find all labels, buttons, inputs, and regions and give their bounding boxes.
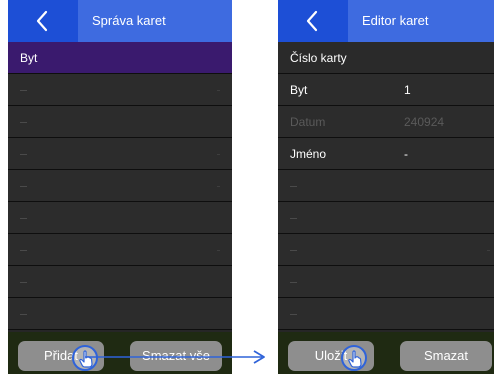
list-item (278, 202, 494, 234)
hand-pointer-icon (79, 350, 93, 368)
arrow-right-icon (253, 350, 265, 364)
card-fields: Číslo karty Byt 1 Datum 240924 Jméno - (278, 42, 494, 330)
card-editor-screen: Editor karet Číslo karty Byt 1 Datum 240… (278, 0, 494, 374)
list-item (278, 234, 494, 266)
chevron-left-icon (306, 10, 318, 32)
card-number-row: Číslo karty (278, 42, 494, 74)
list-item-label: Byt (20, 51, 38, 65)
list-item (278, 298, 494, 330)
delete-all-button[interactable]: Smazat vše (130, 341, 222, 371)
chevron-left-icon (36, 10, 48, 32)
field-value: 240924 (404, 115, 445, 129)
field-value: - (404, 147, 408, 161)
field-value: 1 (404, 83, 411, 97)
bottom-bar: Uložit Smazat (278, 332, 494, 374)
field-label: Datum (290, 115, 326, 129)
field-row-apartment[interactable]: Byt 1 (278, 74, 494, 106)
back-button[interactable] (278, 0, 348, 42)
list-item[interactable] (8, 202, 232, 234)
page-title: Editor karet (362, 13, 429, 28)
touch-indicator-add (72, 345, 98, 371)
hand-pointer-icon (348, 350, 362, 368)
card-list: Byt (8, 42, 232, 330)
back-button[interactable] (8, 0, 78, 42)
list-item (278, 266, 494, 298)
top-bar: Editor karet (278, 0, 494, 42)
field-row-name[interactable]: Jméno - (278, 138, 494, 170)
delete-button[interactable]: Smazat (400, 341, 492, 371)
page-title: Správa karet (92, 13, 166, 28)
list-item[interactable] (8, 234, 232, 266)
list-item (278, 170, 494, 202)
field-label: Jméno (290, 147, 327, 161)
list-item[interactable] (8, 74, 232, 106)
list-item[interactable] (8, 138, 232, 170)
list-item[interactable] (8, 298, 232, 330)
top-bar: Správa karet (8, 0, 232, 42)
touch-indicator-save (341, 345, 367, 371)
list-item-selected[interactable]: Byt (8, 42, 232, 74)
field-row-date: Datum 240924 (278, 106, 494, 138)
card-management-screen: Správa karet Byt Přidat Smazat vše (8, 0, 232, 374)
list-item[interactable] (8, 170, 232, 202)
field-label: Byt (290, 83, 308, 97)
bottom-bar: Přidat Smazat vše (8, 332, 232, 374)
list-item[interactable] (8, 106, 232, 138)
list-item[interactable] (8, 266, 232, 298)
card-number-label: Číslo karty (290, 51, 347, 65)
